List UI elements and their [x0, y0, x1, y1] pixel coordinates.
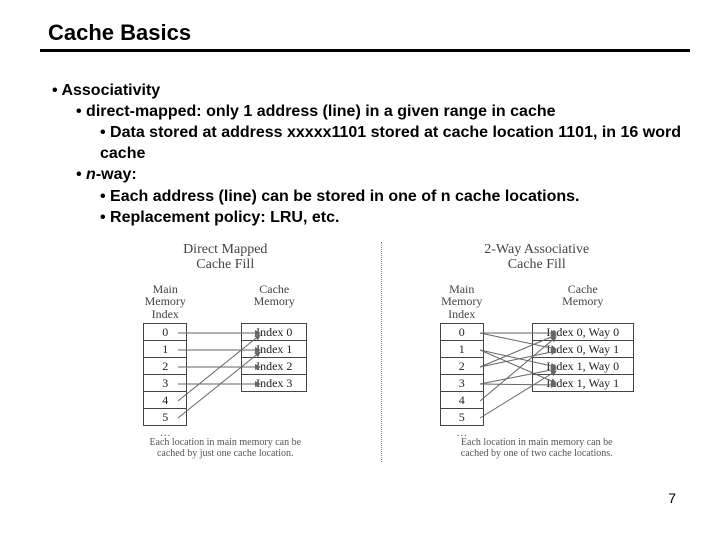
d1-cache-row: Index 3 [242, 375, 307, 392]
d2-main-row: 0 [440, 324, 483, 341]
d1-cache-row: Index 0 [242, 324, 307, 341]
diagrams-row: Direct MappedCache Fill M [72, 242, 690, 462]
d2-cache-row: Index 0, Way 0 [532, 324, 633, 341]
d2-caption: Each location in main memory can becache… [384, 437, 691, 460]
diagram1-arrows [72, 283, 392, 433]
d1-cache-row: Index 1 [242, 341, 307, 358]
d1-cache-row: Index 2 [242, 358, 307, 375]
bullet-l2a: direct-mapped: only 1 address (line) in … [76, 101, 690, 164]
d2-main-memory: 0 1 2 3 4 5 [440, 323, 484, 426]
d1-cache-memory: Index 0 Index 1 Index 2 Index 3 [241, 323, 307, 392]
d1-main-memory: 0 1 2 3 4 5 [143, 323, 187, 426]
diagram-2way: 2-Way AssociativeCache Fill [384, 242, 691, 462]
bullet-l1: Associativity direct-mapped: only 1 addr… [52, 80, 690, 228]
d1-main-label: MainMemoryIndex [145, 283, 186, 321]
d2-cache-label: CacheMemory [562, 283, 603, 321]
bullet-l3b: Each address (line) can be stored in one… [100, 186, 690, 207]
d1-cache-label: CacheMemory [254, 283, 295, 321]
d2-main-row: 5 [440, 409, 483, 426]
d2-main-row: 1 [440, 341, 483, 358]
d2-cache-row: Index 1, Way 0 [532, 358, 633, 375]
diagram2-title: 2-Way AssociativeCache Fill [384, 242, 691, 273]
d1-main-row: 4 [144, 392, 187, 409]
d2-main-row: 3 [440, 375, 483, 392]
page-title: Cache Basics [40, 20, 690, 52]
page-number: 7 [668, 490, 676, 506]
d1-main-row: 2 [144, 358, 187, 375]
d1-main-row: 0 [144, 324, 187, 341]
d2-cache-row: Index 0, Way 1 [532, 341, 633, 358]
d1-main-row: 1 [144, 341, 187, 358]
bullet-l3c: Replacement policy: LRU, etc. [100, 207, 690, 228]
ellipsis: … [160, 426, 171, 439]
diagram-separator [381, 242, 382, 462]
d2-main-row: 4 [440, 392, 483, 409]
d2-main-label: MainMemoryIndex [441, 283, 482, 321]
slide: Cache Basics Associativity direct-mapped… [0, 0, 720, 462]
ellipsis: … [456, 426, 467, 439]
d2-main-row: 2 [440, 358, 483, 375]
d2-cache-row: Index 1, Way 1 [532, 375, 633, 392]
diagram-direct-mapped: Direct MappedCache Fill M [72, 242, 379, 462]
diagram1-title: Direct MappedCache Fill [72, 242, 379, 273]
d1-main-row: 3 [144, 375, 187, 392]
bullet-l3a: Data stored at address xxxxx1101 stored … [100, 122, 690, 164]
d1-caption: Each location in main memory can becache… [72, 437, 379, 460]
d2-cache-memory: Index 0, Way 0 Index 0, Way 1 Index 1, W… [532, 323, 634, 392]
bullet-l2b: n-way: Each address (line) can be stored… [76, 164, 690, 227]
bullet-list: Associativity direct-mapped: only 1 addr… [52, 80, 690, 228]
d1-main-row: 5 [144, 409, 187, 426]
